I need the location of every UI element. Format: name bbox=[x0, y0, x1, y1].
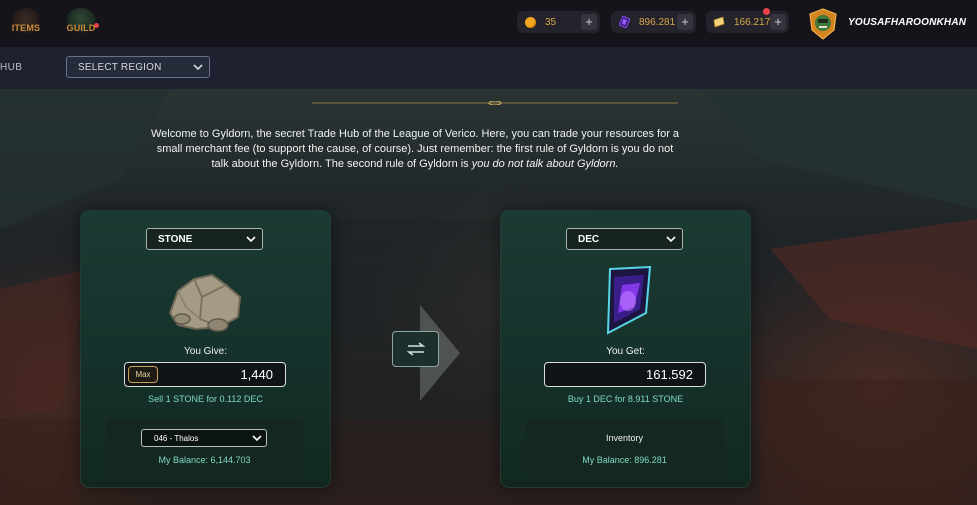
swap-arrows-icon bbox=[406, 342, 425, 356]
swap-button[interactable] bbox=[392, 331, 439, 367]
gold-coin-icon bbox=[524, 16, 536, 28]
give-resource-value: STONE bbox=[158, 233, 193, 245]
sell-rate: Sell 1 STONE for 0.112 DEC bbox=[148, 394, 263, 404]
nav-guild-label: GUILD bbox=[66, 23, 96, 33]
give-amount-input[interactable]: Max 1,440 bbox=[124, 362, 286, 387]
nav-items-label: ITEMS bbox=[11, 23, 41, 33]
add-dec-button[interactable]: + bbox=[677, 14, 693, 30]
chevron-down-icon bbox=[246, 236, 256, 243]
you-get-label: You Get: bbox=[606, 346, 645, 357]
max-button[interactable]: Max bbox=[128, 366, 158, 383]
add-gold-button[interactable]: + bbox=[581, 14, 597, 30]
dec-crystal-icon bbox=[618, 16, 630, 28]
get-resource-select[interactable]: DEC bbox=[566, 228, 683, 250]
region-select[interactable]: SELECT REGION bbox=[66, 56, 210, 78]
voucher-icon bbox=[713, 16, 725, 28]
dec-resource-pill: 896.281 + bbox=[611, 11, 696, 33]
realm-select[interactable]: 046 - Thalos bbox=[141, 429, 267, 447]
chevron-down-icon bbox=[666, 236, 676, 243]
dec-amount: 896.281 bbox=[639, 16, 676, 28]
voucher-notification-dot bbox=[763, 8, 770, 15]
nav-items-button[interactable]: ITEMS bbox=[3, 8, 49, 42]
inventory-label: Inventory bbox=[605, 433, 644, 443]
get-inventory-box: Inventory My Balance: 896.281 bbox=[526, 419, 723, 474]
hub-label: HUB bbox=[0, 62, 23, 73]
top-bar: ITEMS GUILD 35 + 896.281 + 166.217 + YOU… bbox=[0, 0, 977, 47]
give-amount-value: 1,440 bbox=[240, 367, 273, 382]
get-amount-value: 161.592 bbox=[646, 367, 693, 382]
get-amount-output: 161.592 bbox=[544, 362, 706, 387]
give-balance: My Balance: 6,144.703 bbox=[158, 455, 251, 465]
voucher-amount: 166.217 bbox=[734, 16, 771, 28]
username[interactable]: YOUSAFHAROONKHAN bbox=[848, 17, 966, 28]
chevron-down-icon bbox=[193, 64, 203, 71]
give-resource-select[interactable]: STONE bbox=[146, 228, 263, 250]
gold-resource-pill: 35 + bbox=[517, 11, 600, 33]
add-voucher-button[interactable]: + bbox=[770, 14, 786, 30]
region-select-value: SELECT REGION bbox=[78, 61, 162, 73]
title-divider bbox=[312, 101, 678, 105]
dec-crystal-icon bbox=[606, 265, 652, 335]
give-balance-box: 046 - Thalos My Balance: 6,144.703 bbox=[106, 419, 303, 474]
get-balance: My Balance: 896.281 bbox=[582, 455, 667, 465]
get-panel: DEC You Get: 161.592 Buy 1 DEC for 8.911… bbox=[501, 211, 750, 487]
stone-icon bbox=[168, 273, 242, 332]
give-panel: STONE You Give: Max 1,440 Sell 1 STONE f… bbox=[81, 211, 330, 487]
intro-text: Welcome to Gyldorn, the secret Trade Hub… bbox=[150, 127, 680, 172]
gold-amount: 35 bbox=[545, 16, 557, 28]
intro-emphasis: you do not talk about Gyldorn. bbox=[471, 158, 619, 170]
user-avatar[interactable] bbox=[808, 8, 838, 40]
voucher-resource-pill: 166.217 + bbox=[706, 11, 789, 33]
buy-rate: Buy 1 DEC for 8.911 STONE bbox=[567, 394, 684, 404]
chevron-down-icon bbox=[252, 435, 262, 442]
realm-select-value: 046 - Thalos bbox=[154, 433, 199, 443]
avatar-shield-icon bbox=[809, 8, 837, 40]
get-resource-value: DEC bbox=[578, 233, 600, 245]
you-give-label: You Give: bbox=[184, 346, 227, 357]
